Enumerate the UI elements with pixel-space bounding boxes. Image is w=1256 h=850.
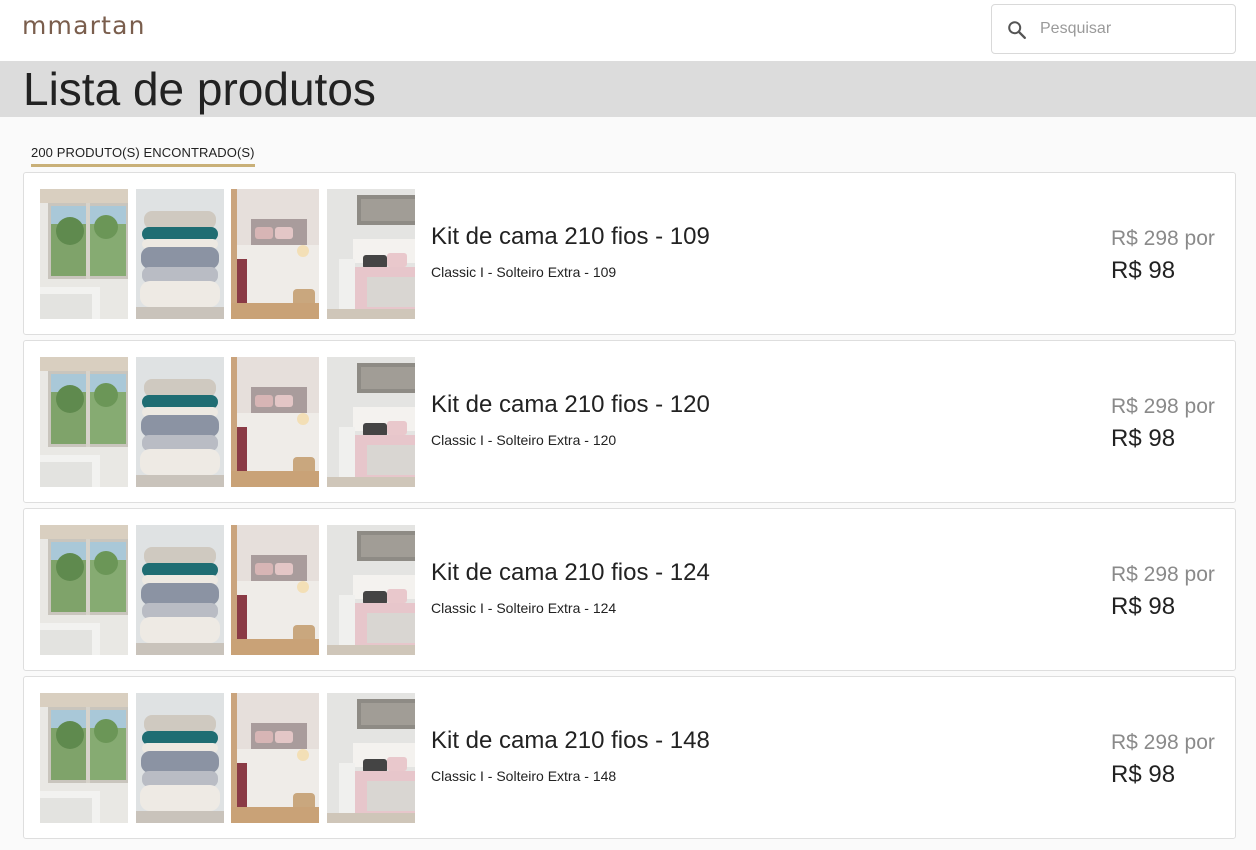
product-image-window-bedroom[interactable] <box>40 525 128 655</box>
brand-logo[interactable]: mmartan <box>22 11 146 40</box>
top-header: mmartan <box>0 0 1256 61</box>
product-card[interactable]: Kit de cama 210 fios - 120 Classic I - S… <box>23 340 1236 503</box>
product-name[interactable]: Kit de cama 210 fios - 148 <box>431 727 710 755</box>
product-subtitle: Classic I - Solteiro Extra - 148 <box>431 768 617 784</box>
product-old-price: R$ 298 por <box>1111 227 1215 250</box>
product-image-bed-headboard[interactable] <box>327 693 415 823</box>
product-old-price: R$ 298 por <box>1111 731 1215 754</box>
product-list: Kit de cama 210 fios - 109 Classic I - S… <box>23 172 1236 844</box>
product-old-price: R$ 298 por <box>1111 395 1215 418</box>
product-image-bed-headboard[interactable] <box>327 189 415 319</box>
product-subtitle: Classic I - Solteiro Extra - 124 <box>431 600 617 616</box>
product-subtitle: Classic I - Solteiro Extra - 120 <box>431 432 617 448</box>
product-image-bed-pink[interactable] <box>231 357 319 487</box>
product-card[interactable]: Kit de cama 210 fios - 109 Classic I - S… <box>23 172 1236 335</box>
product-image-folded-blankets[interactable] <box>136 693 224 823</box>
search-box[interactable] <box>991 4 1236 54</box>
search-icon[interactable] <box>1006 19 1028 41</box>
product-card[interactable]: Kit de cama 210 fios - 124 Classic I - S… <box>23 508 1236 671</box>
product-image-bed-pink[interactable] <box>231 525 319 655</box>
product-image-folded-blankets[interactable] <box>136 357 224 487</box>
product-image-bed-pink[interactable] <box>231 693 319 823</box>
product-price: R$ 98 <box>1111 257 1176 284</box>
product-image-bed-headboard[interactable] <box>327 357 415 487</box>
result-count-label: 200 PRODUTO(S) ENCONTRADO(S) <box>31 145 255 160</box>
product-image-folded-blankets[interactable] <box>136 525 224 655</box>
product-price: R$ 98 <box>1111 761 1176 788</box>
search-input[interactable] <box>1040 13 1225 45</box>
product-image-window-bedroom[interactable] <box>40 357 128 487</box>
product-image-window-bedroom[interactable] <box>40 693 128 823</box>
product-image-window-bedroom[interactable] <box>40 189 128 319</box>
product-price: R$ 98 <box>1111 593 1176 620</box>
product-subtitle: Classic I - Solteiro Extra - 109 <box>431 264 617 280</box>
product-image-folded-blankets[interactable] <box>136 189 224 319</box>
product-card[interactable]: Kit de cama 210 fios - 148 Classic I - S… <box>23 676 1236 839</box>
title-band: Lista de produtos <box>0 61 1256 117</box>
page-title: Lista de produtos <box>23 63 376 115</box>
result-count: 200 PRODUTO(S) ENCONTRADO(S) <box>31 144 255 167</box>
product-name[interactable]: Kit de cama 210 fios - 120 <box>431 391 710 419</box>
product-name[interactable]: Kit de cama 210 fios - 109 <box>431 223 710 251</box>
product-price: R$ 98 <box>1111 425 1176 452</box>
product-image-bed-pink[interactable] <box>231 189 319 319</box>
product-old-price: R$ 298 por <box>1111 563 1215 586</box>
product-name[interactable]: Kit de cama 210 fios - 124 <box>431 559 710 587</box>
product-image-bed-headboard[interactable] <box>327 525 415 655</box>
